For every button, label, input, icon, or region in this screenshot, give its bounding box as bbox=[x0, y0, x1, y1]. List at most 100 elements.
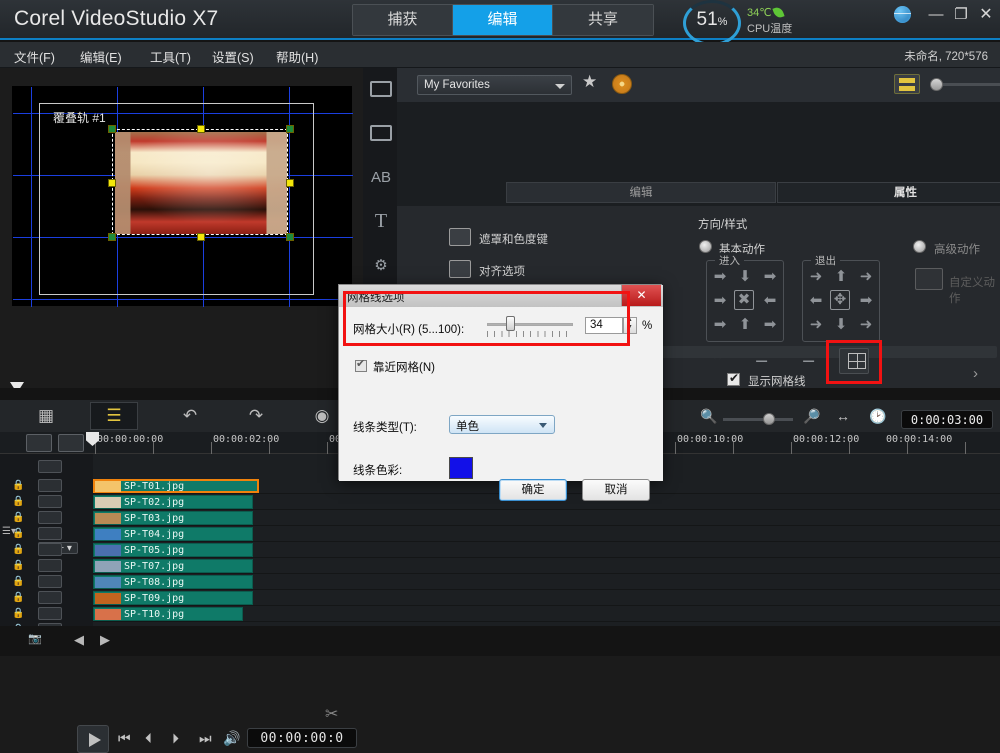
previous-frame-button[interactable]: ⏴ bbox=[145, 730, 152, 747]
tab-attribute-options[interactable]: 属性 bbox=[777, 182, 1000, 203]
menu-edit[interactable]: 编辑(E) bbox=[80, 47, 122, 66]
cancel-button[interactable]: 取消 bbox=[582, 479, 650, 501]
next-page-chevron-icon[interactable]: › bbox=[973, 365, 978, 382]
advanced-motion-radio[interactable] bbox=[913, 240, 926, 253]
add-to-favorites-icon[interactable]: ★ bbox=[582, 72, 597, 92]
grid-size-input[interactable]: 34 bbox=[585, 317, 623, 334]
tab-share[interactable]: 共享 bbox=[553, 5, 653, 35]
undo-button[interactable]: ↶ bbox=[166, 402, 214, 430]
track-lock-icon[interactable]: 🔒 bbox=[12, 576, 24, 587]
menu-tools[interactable]: 工具(T) bbox=[150, 47, 191, 66]
track-row[interactable]: SP-T05.jpg bbox=[93, 542, 1000, 558]
enter-dir-up-right[interactable]: ➡ bbox=[758, 266, 782, 288]
track-row[interactable]: SP-T10.jpg bbox=[93, 606, 1000, 622]
enter-dir-right[interactable]: ⬅ bbox=[758, 290, 782, 312]
list-view-toggle-icon[interactable] bbox=[894, 74, 920, 94]
next-frame-button[interactable]: ⏵ bbox=[172, 730, 179, 747]
zoom-out-icon[interactable]: 🔍 bbox=[700, 408, 717, 425]
menu-help[interactable]: 帮助(H) bbox=[276, 47, 318, 66]
track-lock-icon[interactable]: 🔒 bbox=[12, 544, 24, 555]
timeline-view-button[interactable]: ☰ bbox=[90, 402, 138, 430]
snap-to-grid-checkbox[interactable] bbox=[355, 357, 367, 372]
timeline-clip[interactable]: SP-T09.jpg bbox=[93, 591, 253, 605]
project-duration-value[interactable]: 0:00:03:00 bbox=[901, 410, 993, 429]
exit-dir-right[interactable]: ➡ bbox=[854, 290, 878, 312]
scroll-right-icon[interactable]: ▶ bbox=[100, 632, 110, 648]
overlay-selection-box[interactable] bbox=[108, 125, 294, 241]
overlay-track-icon[interactable] bbox=[38, 591, 62, 604]
overlay-track-icon[interactable] bbox=[38, 479, 62, 492]
enter-dir-up[interactable]: ⬇ bbox=[733, 266, 757, 288]
align-options-label[interactable]: 对齐选项 bbox=[479, 263, 525, 279]
menu-file[interactable]: 文件(F) bbox=[14, 47, 55, 66]
track-row[interactable]: SP-T09.jpg bbox=[93, 590, 1000, 606]
add-media-icon[interactable]: 📷 bbox=[28, 632, 42, 645]
storyboard-view-button[interactable]: ▦ bbox=[22, 402, 70, 430]
tab-edit-options[interactable]: 编辑 bbox=[506, 182, 776, 203]
align-options-icon[interactable] bbox=[449, 260, 471, 278]
enter-dir-down-right[interactable]: ➡ bbox=[758, 314, 782, 336]
favorites-dropdown[interactable]: My Favorites bbox=[417, 75, 572, 95]
close-button[interactable]: ✕ bbox=[975, 6, 997, 24]
resize-handle-br[interactable] bbox=[286, 233, 294, 241]
timeline-clip[interactable]: SP-T10.jpg bbox=[93, 607, 243, 621]
resize-handle-t[interactable] bbox=[197, 125, 205, 133]
volume-button[interactable]: 🔊 bbox=[223, 730, 240, 747]
preview-screen[interactable]: 覆叠轨 #1 bbox=[12, 86, 353, 307]
line-color-swatch[interactable] bbox=[449, 457, 473, 479]
basic-motion-radio[interactable] bbox=[699, 240, 712, 253]
overlay-track-icon[interactable] bbox=[38, 495, 62, 508]
enter-dir-center[interactable]: ✖ bbox=[734, 290, 754, 310]
track-lock-icon[interactable]: 🔒 bbox=[12, 512, 24, 523]
tab-capture[interactable]: 捕获 bbox=[353, 5, 453, 35]
timeline-zoom-knob[interactable] bbox=[763, 413, 775, 425]
track-add-button[interactable] bbox=[58, 434, 84, 452]
exit-dir-left[interactable]: ⬅ bbox=[804, 290, 828, 312]
dialog-close-button[interactable]: ✕ bbox=[621, 285, 661, 306]
track-row[interactable]: SP-T08.jpg bbox=[93, 574, 1000, 590]
scroll-left-icon[interactable]: ◀ bbox=[74, 632, 84, 648]
overlay-track-icon[interactable] bbox=[38, 543, 62, 556]
enter-dir-up-left[interactable]: ➡ bbox=[708, 266, 732, 288]
track-row[interactable]: SP-T07.jpg bbox=[93, 558, 1000, 574]
track-lock-icon[interactable]: 🔒 bbox=[12, 528, 24, 539]
enter-dir-down[interactable]: ⬆ bbox=[733, 314, 757, 336]
thumbnail-size-knob[interactable] bbox=[930, 78, 943, 91]
advanced-motion-label[interactable]: 高级动作 bbox=[934, 241, 980, 257]
overlay-track-icon[interactable] bbox=[38, 559, 62, 572]
mask-chroma-label[interactable]: 遮罩和色度键 bbox=[479, 231, 548, 247]
resize-handle-bl[interactable] bbox=[108, 233, 116, 241]
timeline-clip[interactable]: SP-T07.jpg bbox=[93, 559, 253, 573]
gridline-options-button[interactable] bbox=[839, 348, 869, 374]
timeline-clip[interactable]: SP-T04.jpg bbox=[93, 527, 253, 541]
filter-fx-icon[interactable]: ⚙ bbox=[368, 252, 394, 278]
exit-dir-up-left[interactable]: ➜ bbox=[804, 266, 828, 288]
redo-button[interactable]: ↷ bbox=[232, 402, 280, 430]
grid-size-slider-knob[interactable] bbox=[506, 316, 515, 331]
timeline-zoom-slider[interactable] bbox=[723, 418, 793, 421]
exit-dir-down[interactable]: ⬇ bbox=[829, 314, 853, 336]
exit-dir-down-right[interactable]: ➜ bbox=[854, 314, 878, 336]
title-ab-icon[interactable]: AB bbox=[368, 164, 394, 190]
resize-handle-b[interactable] bbox=[197, 233, 205, 241]
timeline-clip[interactable]: SP-T01.jpg bbox=[93, 479, 259, 493]
timeline-clip[interactable]: SP-T08.jpg bbox=[93, 575, 253, 589]
disc-menu-icon[interactable] bbox=[612, 74, 632, 94]
enter-dir-left[interactable]: ➡ bbox=[708, 290, 732, 312]
maximize-button[interactable]: ❐ bbox=[950, 6, 972, 24]
track-row[interactable]: SP-T03.jpg bbox=[93, 510, 1000, 526]
go-to-start-button[interactable]: ⏮ bbox=[118, 730, 131, 747]
track-row[interactable]: SP-T04.jpg bbox=[93, 526, 1000, 542]
exit-dir-center[interactable]: ✥ bbox=[830, 290, 850, 310]
overlay-track-icon[interactable] bbox=[38, 607, 62, 620]
resize-handle-r[interactable] bbox=[286, 179, 294, 187]
track-lock-icon[interactable]: 🔒 bbox=[12, 560, 24, 571]
exit-dir-down-left[interactable]: ➜ bbox=[804, 314, 828, 336]
menu-settings[interactable]: 设置(S) bbox=[212, 47, 254, 66]
go-to-end-button[interactable]: ⏭ bbox=[199, 730, 212, 747]
overlay-track-icon[interactable] bbox=[38, 527, 62, 540]
track-lock-icon[interactable]: 🔒 bbox=[12, 496, 24, 507]
mask-chroma-icon[interactable] bbox=[449, 228, 471, 246]
play-button[interactable] bbox=[77, 725, 109, 753]
track-lock-icon[interactable]: 🔒 bbox=[12, 480, 24, 491]
